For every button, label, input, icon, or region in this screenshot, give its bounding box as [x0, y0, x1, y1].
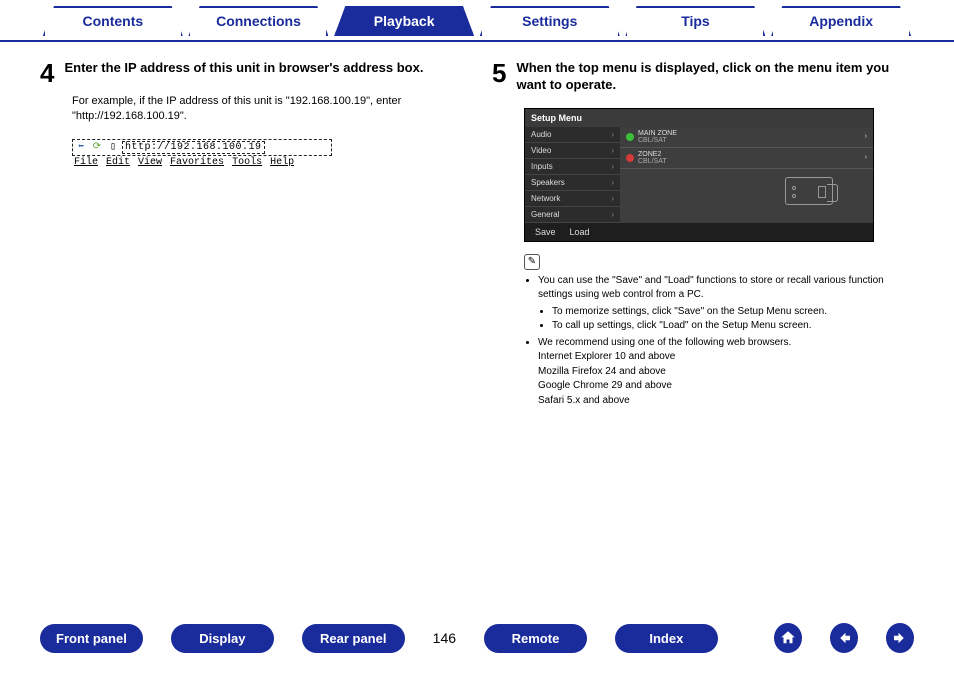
- note-2: We recommend using one of the following …: [538, 336, 914, 351]
- device-icon: [785, 177, 833, 205]
- zone1-label: MAIN ZONE: [638, 130, 677, 137]
- tab-contents[interactable]: Contents: [43, 6, 183, 36]
- home-button[interactable]: [774, 623, 802, 653]
- step-5-title: When the top menu is displayed, click on…: [516, 60, 914, 94]
- page-icon: ▯: [106, 141, 120, 153]
- setup-load: Load: [570, 227, 590, 237]
- step-4: 4 Enter the IP address of this unit in b…: [40, 60, 462, 408]
- menu-help: Help: [270, 157, 294, 168]
- arrow-right-icon: [891, 629, 909, 647]
- sm-item-speakers: Speakers›: [525, 175, 620, 191]
- menu-tools: Tools: [232, 157, 262, 168]
- zone-main: MAIN ZONE CBL/SAT ›: [620, 127, 873, 148]
- menu-edit: Edit: [106, 157, 130, 168]
- arrow-left-icon: [835, 629, 853, 647]
- bottom-nav: Front panel Display Rear panel 146 Remot…: [0, 623, 954, 653]
- page-number: 146: [433, 630, 456, 646]
- step-number-4: 4: [40, 60, 54, 86]
- zone-2: ZONE2 CBL/SAT ›: [620, 148, 873, 169]
- tab-playback[interactable]: Playback: [334, 6, 474, 36]
- nav-front-panel[interactable]: Front panel: [40, 624, 143, 653]
- tab-settings[interactable]: Settings: [480, 6, 620, 36]
- note-1b: To call up settings, click "Load" on the…: [552, 319, 914, 334]
- power-icon-red: [626, 154, 634, 162]
- step-5: 5 When the top menu is displayed, click …: [492, 60, 914, 408]
- note-icon: ✎: [524, 254, 540, 270]
- note-1: You can use the "Save" and "Load" functi…: [538, 274, 914, 334]
- tab-connections[interactable]: Connections: [188, 6, 328, 36]
- tab-tips[interactable]: Tips: [625, 6, 765, 36]
- note-1a: To memorize settings, click "Save" on th…: [552, 305, 914, 320]
- sm-item-video: Video›: [525, 143, 620, 159]
- power-icon-green: [626, 133, 634, 141]
- nav-remote[interactable]: Remote: [484, 624, 587, 653]
- browser-chrome: Google Chrome 29 and above: [524, 379, 914, 394]
- back-icon: ⬅: [74, 141, 88, 153]
- sm-item-network: Network›: [525, 191, 620, 207]
- browser-safari: Safari 5.x and above: [524, 394, 914, 409]
- tab-appendix[interactable]: Appendix: [771, 6, 911, 36]
- setup-save: Save: [535, 227, 556, 237]
- browser-menu-row: File Edit View Favorites Tools Help: [72, 156, 332, 169]
- nav-display[interactable]: Display: [171, 624, 274, 653]
- nav-rear-panel[interactable]: Rear panel: [302, 624, 405, 653]
- sm-item-inputs: Inputs›: [525, 159, 620, 175]
- prev-page-button[interactable]: [830, 623, 858, 653]
- sm-item-audio: Audio›: [525, 127, 620, 143]
- setup-menu-mock: Setup Menu Audio› Video› Inputs› Speaker…: [524, 108, 874, 242]
- browser-address-mock: ⬅ ⟳ ▯ http://192.168.100.19 File Edit Vi…: [72, 139, 332, 169]
- step-4-description: For example, if the IP address of this u…: [72, 94, 462, 125]
- next-page-button[interactable]: [886, 623, 914, 653]
- notes-block: You can use the "Save" and "Load" functi…: [524, 274, 914, 409]
- zone2-sub: CBL/SAT: [638, 158, 667, 165]
- setup-menu-title: Setup Menu: [525, 109, 873, 127]
- browser-ff: Mozilla Firefox 24 and above: [524, 365, 914, 380]
- step-number-5: 5: [492, 60, 506, 94]
- home-icon: [779, 629, 797, 647]
- zone2-label: ZONE2: [638, 151, 667, 158]
- sm-item-general: General›: [525, 207, 620, 223]
- menu-favorites: Favorites: [170, 157, 224, 168]
- menu-file: File: [74, 157, 98, 168]
- address-bar-url: http://192.168.100.19: [122, 141, 265, 154]
- refresh-icon: ⟳: [90, 141, 104, 153]
- menu-view: View: [138, 157, 162, 168]
- step-4-title: Enter the IP address of this unit in bro…: [64, 60, 423, 86]
- top-tabs: Contents Connections Playback Settings T…: [0, 0, 954, 42]
- setup-menu-sidebar: Audio› Video› Inputs› Speakers› Network›…: [525, 127, 620, 223]
- zone1-sub: CBL/SAT: [638, 137, 677, 144]
- nav-index[interactable]: Index: [615, 624, 718, 653]
- browser-ie: Internet Explorer 10 and above: [524, 350, 914, 365]
